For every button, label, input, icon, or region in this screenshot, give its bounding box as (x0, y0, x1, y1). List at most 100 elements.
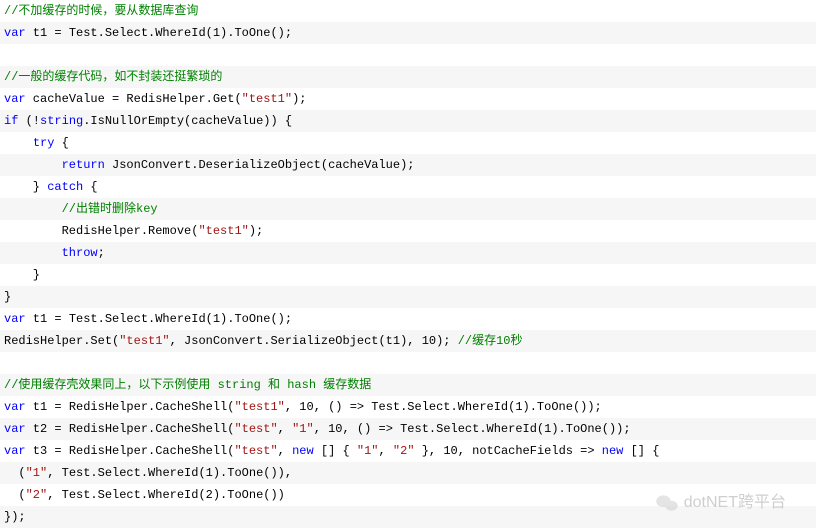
code-token: [] { (623, 444, 659, 458)
code-token: "test" (234, 444, 277, 458)
code-token (4, 158, 62, 172)
code-token: 1 (213, 312, 220, 326)
code-token: 10 (328, 422, 342, 436)
code-token: RedisHelper.Remove( (4, 224, 198, 238)
code-line: }); (0, 506, 816, 528)
code-token: 10 (422, 334, 436, 348)
code-token: ); (292, 92, 306, 106)
code-token: "test" (234, 422, 277, 436)
code-token: } (4, 268, 40, 282)
code-token: if (4, 114, 18, 128)
code-token: catch (47, 180, 83, 194)
code-token: [] { (314, 444, 357, 458)
code-token: "1" (292, 422, 314, 436)
code-token: , () => Test.Select.WhereId( (343, 422, 545, 436)
code-token: var (4, 400, 26, 414)
code-line: throw; (0, 242, 816, 264)
code-line: var t1 = RedisHelper.CacheShell("test1",… (0, 396, 816, 418)
code-token: t1 = Test.Select.WhereId( (26, 312, 213, 326)
code-token: , (379, 444, 393, 458)
code-token: ).ToOne()), (213, 466, 292, 480)
code-token: t3 = RedisHelper.CacheShell( (26, 444, 235, 458)
code-token: , JsonConvert.SerializeObject(t1), (170, 334, 422, 348)
code-token: "2" (393, 444, 415, 458)
code-line: } (0, 264, 816, 286)
code-line: var t1 = Test.Select.WhereId(1).ToOne(); (0, 22, 816, 44)
code-token: ; (98, 246, 105, 260)
code-token: , (314, 422, 328, 436)
code-token: "test1" (198, 224, 248, 238)
code-line: try { (0, 132, 816, 154)
code-token: "test1" (234, 400, 284, 414)
code-token: , notCacheFields => (458, 444, 602, 458)
code-token: .IsNullOrEmpty(cacheValue)) { (83, 114, 292, 128)
code-token: t2 = RedisHelper.CacheShell( (26, 422, 235, 436)
code-token: var (4, 444, 26, 458)
code-token: var (4, 422, 26, 436)
code-line (0, 352, 816, 374)
code-token: { (83, 180, 97, 194)
code-token: ).ToOne()); (523, 400, 602, 414)
code-token: , () => Test.Select.WhereId( (314, 400, 516, 414)
code-token: 10 (299, 400, 313, 414)
code-line: } (0, 286, 816, 308)
code-token: ).ToOne()); (551, 422, 630, 436)
code-block: //不加缓存的时候，要从数据库查询 var t1 = Test.Select.Wh… (0, 0, 816, 528)
code-line: ("1", Test.Select.WhereId(1).ToOne()), (0, 462, 816, 484)
code-token: "1" (26, 466, 48, 480)
code-line: ("2", Test.Select.WhereId(2).ToOne()) (0, 484, 816, 506)
code-token: 10 (443, 444, 457, 458)
code-line: //出错时删除key (0, 198, 816, 220)
code-token: "test1" (242, 92, 292, 106)
code-token: 1 (213, 26, 220, 40)
code-token: ); (436, 334, 458, 348)
code-token: string (40, 114, 83, 128)
code-token: new (602, 444, 624, 458)
code-token: } (4, 180, 47, 194)
code-token: ); (249, 224, 263, 238)
code-token: "1" (357, 444, 379, 458)
code-line: //不加缓存的时候，要从数据库查询 (0, 0, 816, 22)
code-token: ( (4, 488, 26, 502)
code-line: var t2 = RedisHelper.CacheShell("test" , … (0, 418, 816, 440)
code-token: try (33, 136, 55, 150)
code-token: t1 = RedisHelper.CacheShell( (26, 400, 235, 414)
code-line: RedisHelper.Remove("test1"); (0, 220, 816, 242)
code-token: "test1" (119, 334, 169, 348)
code-token: JsonConvert.DeserializeObject(cacheValue… (105, 158, 415, 172)
code-token: var (4, 92, 26, 106)
code-line: if (!string.IsNullOrEmpty(cacheValue)) { (0, 110, 816, 132)
code-token: t1 = Test.Select.WhereId( (26, 26, 213, 40)
code-token: cacheValue = RedisHelper.Get( (26, 92, 242, 106)
code-token: , (285, 400, 299, 414)
code-token: //缓存10秒 (458, 334, 523, 348)
code-line: return JsonConvert.DeserializeObject(cac… (0, 154, 816, 176)
code-token: { (54, 136, 68, 150)
code-token (4, 246, 62, 260)
code-token: return (62, 158, 105, 172)
code-token: , Test.Select.WhereId( (47, 488, 205, 502)
code-token: ( (4, 466, 26, 480)
code-token (4, 136, 33, 150)
code-token: //不加缓存的时候，要从数据库查询 (4, 4, 198, 18)
code-token: RedisHelper.Set( (4, 334, 119, 348)
code-line: //使用缓存壳效果同上，以下示例使用 string 和 hash 缓存数据 (0, 374, 816, 396)
code-token: ).ToOne(); (220, 312, 292, 326)
code-token: //一般的缓存代码，如不封装还挺繁琐的 (4, 70, 222, 84)
code-token: new (292, 444, 314, 458)
code-token (4, 202, 62, 216)
code-token: //出错时删除key (62, 202, 158, 216)
code-token: , Test.Select.WhereId( (47, 466, 205, 480)
code-line: var t1 = Test.Select.WhereId(1).ToOne(); (0, 308, 816, 330)
code-token: } (4, 290, 11, 304)
code-token: (! (18, 114, 40, 128)
code-token: }); (4, 510, 26, 524)
code-line (0, 44, 816, 66)
code-token: 1 (515, 400, 522, 414)
code-token: //使用缓存壳效果同上，以下示例使用 string 和 hash 缓存数据 (4, 378, 371, 392)
code-token: throw (62, 246, 98, 260)
code-token: ).ToOne(); (220, 26, 292, 40)
code-token: var (4, 26, 26, 40)
code-line: RedisHelper.Set("test1", JsonConvert.Ser… (0, 330, 816, 352)
code-token: , (278, 422, 292, 436)
